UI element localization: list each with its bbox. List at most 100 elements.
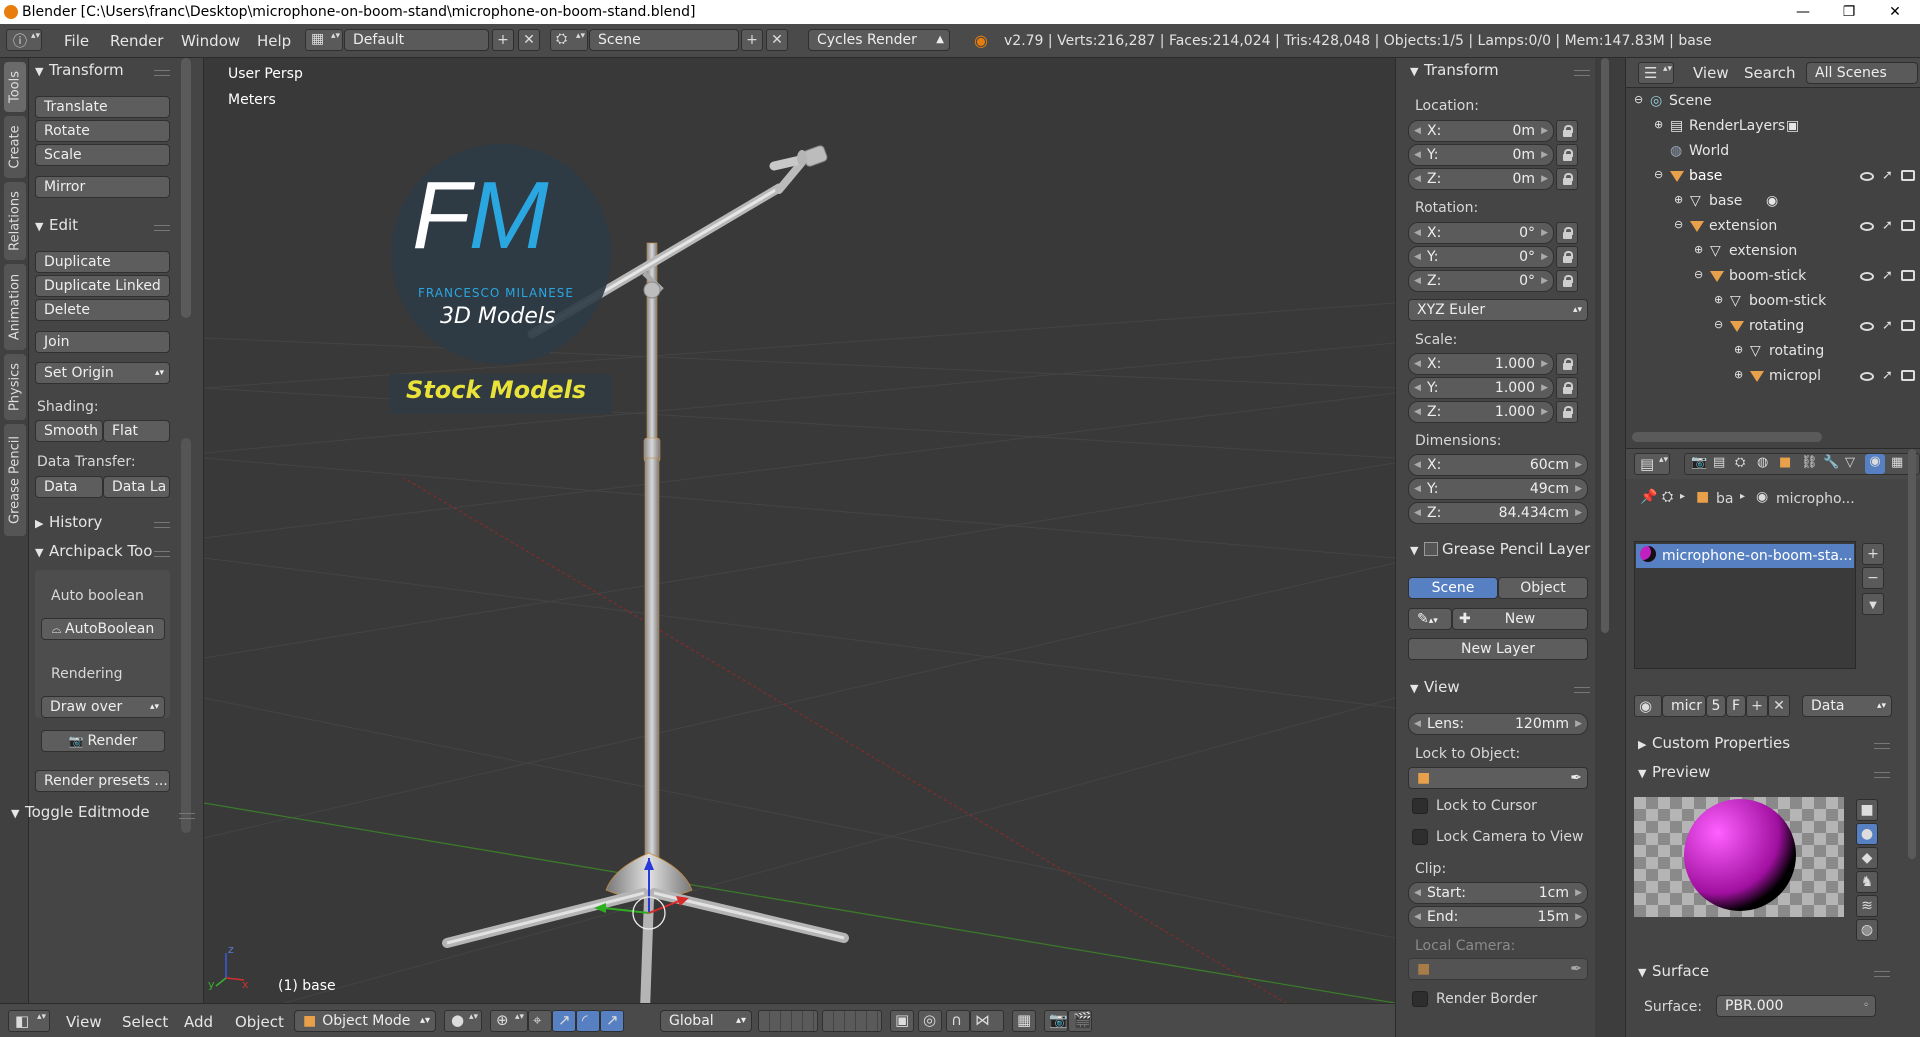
render-engine-dropdown[interactable]: Cycles Render ▲ [808,29,950,51]
breadcrumb-object[interactable]: ba [1716,491,1733,507]
expand-icon[interactable]: ⊕ [1654,118,1663,131]
outliner-search-menu[interactable]: Search [1744,64,1796,82]
gp-scene-button[interactable]: Scene [1408,577,1498,599]
modifiers-tab-icon[interactable]: 🔧 [1823,455,1839,470]
world-tab-icon[interactable]: ◍ [1757,455,1768,470]
outliner-item-extension[interactable]: extension [1709,218,1777,234]
rotate-button[interactable]: Rotate [35,120,170,142]
toggle-editmode-header[interactable]: ▼ Toggle Editmode [11,803,150,821]
tab-physics[interactable]: Physics [4,354,26,420]
drag-grip-icon[interactable] [1874,743,1890,749]
outliner-view-menu[interactable]: View [1693,64,1729,82]
location-z-field[interactable]: ◀ Z: 0m ▶ [1408,168,1554,190]
close-button[interactable]: ✕ [1872,0,1918,24]
transform-panel-header[interactable]: ▼ Transform [1410,61,1499,79]
outliner-display-mode-dropdown[interactable]: All Scenes [1806,62,1918,84]
3d-viewport[interactable]: z y x User Persp Meters (1) base FM FRAN… [204,58,1395,1003]
scale-x-field[interactable]: ◀ X: 1.000 ▶ [1408,353,1554,375]
outliner-item-world[interactable]: World [1689,143,1729,159]
location-x-field[interactable]: ◀ X: 0m ▶ [1408,120,1554,142]
set-origin-dropdown[interactable]: Set Origin ▴▾ [35,362,170,384]
cursor-icon[interactable]: ➚ [1882,268,1893,283]
render-presets-button[interactable]: Render presets ... [35,770,170,792]
material-browse-button[interactable]: ◉ [1634,695,1662,717]
preview-cube-button[interactable]: ◆ [1856,847,1878,869]
drag-grip-icon[interactable] [1874,971,1890,977]
outliner-item-boom-stick-mesh[interactable]: boom-stick [1749,293,1826,309]
expand-icon[interactable]: ⊕ [1714,293,1723,306]
duplicate-button[interactable]: Duplicate [35,251,170,273]
menu-window[interactable]: Window [181,32,240,50]
preview-sphere-button[interactable]: ● [1856,823,1878,845]
lock-icon[interactable] [1556,270,1578,292]
object-tab-icon[interactable]: ■ [1779,455,1791,470]
data-transfer-button[interactable]: Data [35,476,103,498]
shade-smooth-button[interactable]: Smooth [35,420,103,442]
material-link-dropdown[interactable]: Data ▴▾ [1802,695,1892,717]
eye-icon[interactable] [1860,222,1874,231]
render-layers-tab-icon[interactable]: ▤ [1713,455,1725,470]
eye-icon[interactable] [1860,372,1874,381]
edit-panel-header[interactable]: ▼ Edit [35,216,78,234]
drag-grip-icon[interactable] [1574,70,1590,76]
lock-to-cursor-checkbox[interactable] [1412,798,1428,814]
collapse-icon[interactable]: ⊖ [1634,93,1643,106]
preview-flat-button[interactable]: ■ [1856,799,1878,821]
lock-layers-button[interactable]: ▣ [890,1010,914,1032]
transform-orientation-dropdown[interactable]: Global ▴▾ [660,1010,752,1032]
scale-button[interactable]: Scale [35,144,170,166]
scene-layers-group-1[interactable] [758,1010,818,1032]
gp-datablock-button[interactable]: ✎▴▾ [1408,608,1452,630]
material-name-field[interactable]: micr [1662,695,1706,717]
texture-tab-icon[interactable]: ▦ [1891,455,1903,470]
location-y-field[interactable]: ◀ Y: 0m ▶ [1408,144,1554,166]
translate-button[interactable]: Translate [35,96,170,118]
cursor-icon[interactable]: ➚ [1882,318,1893,333]
scale-manipulator-button[interactable]: ↗ [600,1010,624,1032]
dimension-z-field[interactable]: ◀ Z: 84.434cm ▶ [1408,502,1588,524]
material-tab-icon[interactable]: ◉ [1865,454,1885,474]
cursor-icon[interactable]: ➚ [1882,218,1893,233]
surface-panel-header[interactable]: ▼ Surface [1638,962,1709,980]
custom-properties-header[interactable]: ▶ Custom Properties [1638,734,1790,752]
scene-tab-icon[interactable]: ⛭ [1735,455,1745,470]
delete-scene-button[interactable]: ✕ [766,29,788,51]
history-panel-header[interactable]: ▶ History [35,513,102,531]
constraints-tab-icon[interactable]: ⛓ [1801,455,1818,470]
menu-add[interactable]: Add [184,1013,213,1031]
duplicate-linked-button[interactable]: Duplicate Linked [35,275,170,297]
new-material-button[interactable]: + [1746,695,1768,717]
cursor-icon[interactable]: ➚ [1882,168,1893,183]
tab-grease-pencil[interactable]: Grease Pencil [4,424,26,536]
translate-manipulator-button[interactable]: ↗ [552,1010,576,1032]
draw-over-dropdown[interactable]: Draw over ▴▾ [41,696,165,718]
collapse-icon[interactable]: ⊖ [1694,268,1703,281]
outliner-item-rotating-mesh[interactable]: rotating [1769,343,1854,359]
scene-selector-button[interactable]: ⛭ ▴▾ [550,29,588,51]
outliner-item-base-mesh[interactable]: base [1709,193,1742,209]
rotation-z-field[interactable]: ◀ Z: 0° ▶ [1408,270,1554,292]
expand-icon[interactable]: ⊕ [1734,368,1743,381]
add-scene-button[interactable]: + [741,29,763,51]
preview-world-button[interactable]: ◍ [1856,919,1878,941]
tab-animation[interactable]: Animation [4,264,26,350]
expand-icon[interactable]: ⊕ [1674,193,1683,206]
material-specials-button[interactable]: ▼ [1862,593,1884,615]
delete-button[interactable]: Delete [35,299,170,321]
lock-icon[interactable] [1556,401,1578,423]
grease-pencil-layer-header[interactable]: ▼ Grease Pencil Layer [1410,540,1590,558]
tool-shelf-scrollbar[interactable] [181,58,191,318]
maximize-button[interactable]: ❐ [1826,0,1872,24]
rotation-y-field[interactable]: ◀ Y: 0° ▶ [1408,246,1554,268]
camera-icon[interactable] [1901,220,1915,231]
lock-icon[interactable] [1556,246,1578,268]
rotation-x-field[interactable]: ◀ X: 0° ▶ [1408,222,1554,244]
remove-material-slot-button[interactable]: − [1862,567,1884,589]
rotation-mode-dropdown[interactable]: XYZ Euler ▴▾ [1408,299,1588,321]
lock-icon[interactable] [1556,222,1578,244]
collapse-icon[interactable]: ⊖ [1654,168,1663,181]
material-users-count[interactable]: 5 [1706,695,1726,717]
render-border-checkbox[interactable] [1412,991,1428,1007]
lock-icon[interactable] [1556,377,1578,399]
viewport-shading-button[interactable]: ● ▴▾ [444,1010,482,1032]
